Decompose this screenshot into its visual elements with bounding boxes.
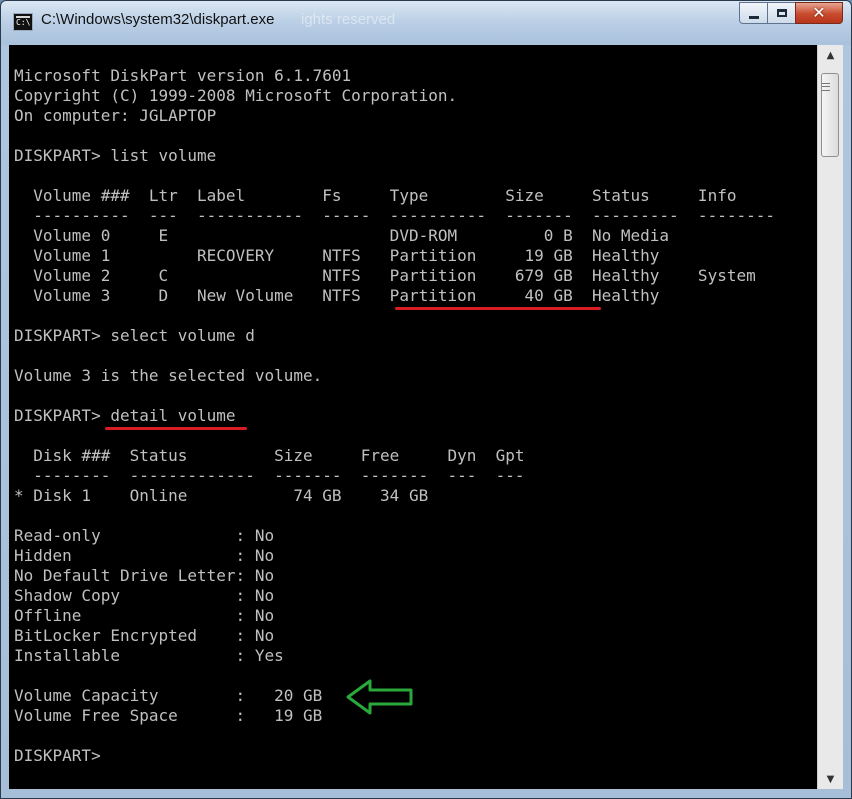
console-line: Volume 3 D New Volume NTFS Partition 40 …	[14, 286, 660, 305]
console-line: Hidden : No	[14, 546, 275, 565]
console-line: Copyright (C) 1999-2008 Microsoft Corpor…	[14, 86, 458, 105]
console-line: Volume 0 E DVD-ROM 0 B No Media	[14, 226, 670, 245]
minimize-icon	[748, 15, 759, 19]
maximize-button[interactable]	[767, 2, 795, 24]
console-line: DISKPART> list volume	[14, 146, 217, 165]
console-output[interactable]: Microsoft DiskPart version 6.1.7601 Copyr…	[9, 45, 817, 789]
console-line: BitLocker Encrypted : No	[14, 626, 275, 645]
close-icon: ✕	[812, 3, 826, 22]
console-line: -------- ------------- ------- ------- -…	[14, 466, 525, 485]
volume-capacity-arrow-icon	[346, 679, 413, 715]
scroll-up-button[interactable]: ▲	[818, 45, 843, 65]
close-button[interactable]: ✕	[795, 2, 843, 24]
console-line: Microsoft DiskPart version 6.1.7601	[14, 66, 352, 85]
partition-40gb-underline	[395, 307, 601, 310]
console-line: Shadow Copy : No	[14, 586, 275, 605]
console-line: Volume ### Ltr Label Fs Type Size Status…	[14, 186, 737, 205]
console-line: On computer: JGLAPTOP	[14, 106, 217, 125]
console-line: Read-only : No	[14, 526, 275, 545]
scroll-grip-icon	[822, 83, 830, 91]
console-line: Volume 3 is the selected volume.	[14, 366, 323, 385]
console-line: Volume 1 RECOVERY NTFS Partition 19 GB H…	[14, 246, 660, 265]
scroll-up-icon: ▲	[826, 49, 835, 61]
minimize-button[interactable]	[739, 2, 767, 24]
console-line: Volume 2 C NTFS Partition 679 GB Healthy…	[14, 266, 756, 285]
console-line: Installable : Yes	[14, 646, 284, 665]
console-line: * Disk 1 Online 74 GB 34 GB	[14, 486, 429, 505]
console-line: DISKPART>	[14, 746, 101, 765]
maximize-icon	[776, 9, 787, 17]
console-line: ---------- --- ----------- ----- -------…	[14, 206, 775, 225]
scroll-down-button[interactable]: ▼	[818, 769, 843, 789]
console-window: C:\Windows\system32\diskpart.exe ights r…	[0, 0, 852, 799]
console-line: DISKPART> select volume d	[14, 326, 255, 345]
detail-volume-underline	[105, 427, 247, 430]
console-line: No Default Drive Letter: No	[14, 566, 275, 585]
window-title: C:\Windows\system32\diskpart.exe	[41, 11, 275, 28]
window-controls: ✕	[739, 2, 843, 24]
console-line: Offline : No	[14, 606, 275, 625]
console-line: DISKPART> detail volume	[14, 406, 236, 425]
console-line: Disk ### Status Size Free Dyn Gpt	[14, 446, 525, 465]
background-window-text: ights reserved	[301, 11, 396, 28]
scroll-down-icon: ▼	[826, 773, 835, 785]
title-bar[interactable]: C:\Windows\system32\diskpart.exe ights r…	[1, 1, 851, 45]
console-lines: Microsoft DiskPart version 6.1.7601 Copyr…	[14, 66, 775, 766]
vertical-scrollbar[interactable]: ▲ ▼	[817, 45, 843, 789]
cmd-app-icon[interactable]	[13, 13, 33, 31]
